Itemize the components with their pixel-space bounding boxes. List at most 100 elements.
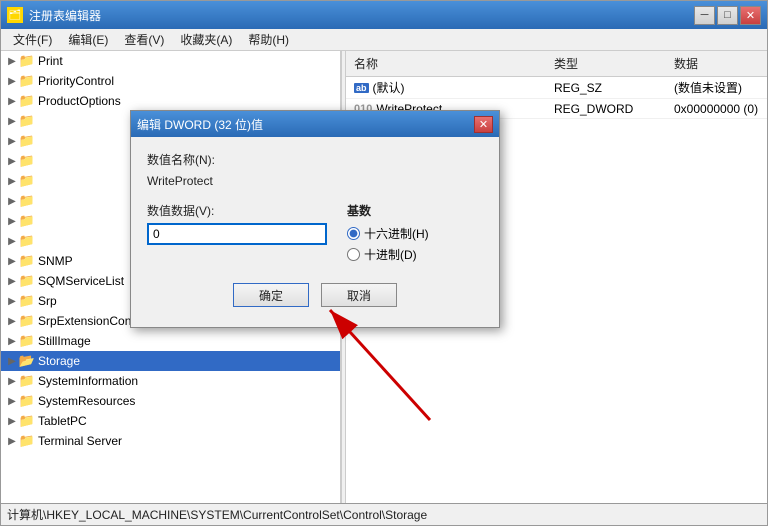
folder-icon: 📁 [19, 434, 35, 448]
tree-label-srp: Srp [38, 294, 57, 308]
menu-help[interactable]: 帮助(H) [240, 29, 297, 50]
dialog-title: 编辑 DWORD (32 位)值 [137, 116, 263, 133]
folder-icon: 📁 [19, 214, 35, 228]
expander-icon: ▶ [5, 54, 19, 68]
tree-item-tabletpc[interactable]: ▶ 📁 TabletPC [1, 411, 340, 431]
expander-icon: ▶ [5, 74, 19, 88]
dialog-footer: 确定 取消 [147, 283, 483, 317]
title-bar: 🗂 注册表编辑器 ─ □ ✕ [1, 1, 767, 29]
expander-icon: ▶ [5, 114, 19, 128]
close-button[interactable]: ✕ [740, 6, 761, 25]
folder-icon: 📁 [19, 314, 35, 328]
folder-icon: 📁 [19, 294, 35, 308]
radio-hex[interactable] [347, 227, 360, 240]
radio-dec-row: 十进制(D) [347, 246, 483, 263]
dialog-title-bar: 编辑 DWORD (32 位)值 ✕ [131, 111, 499, 137]
expander-icon: ▶ [5, 354, 19, 368]
folder-icon: 📁 [19, 74, 35, 88]
tree-item-systeminformation[interactable]: ▶ 📁 SystemInformation [1, 371, 340, 391]
menu-edit[interactable]: 编辑(E) [60, 29, 116, 50]
folder-icon: 📁 [19, 174, 35, 188]
title-controls: ─ □ ✕ [694, 6, 761, 25]
tree-label-productoptions: ProductOptions [38, 94, 121, 108]
expander-icon: ▶ [5, 314, 19, 328]
app-icon: 🗂 [7, 7, 23, 23]
dialog-data-label: 数值数据(V): [147, 202, 327, 219]
cell-data-default: (数值未设置) [670, 78, 763, 97]
status-bar: 计算机\HKEY_LOCAL_MACHINE\SYSTEM\CurrentCon… [1, 503, 767, 525]
tree-item-storage[interactable]: ▶ 📂 Storage [1, 351, 340, 371]
tree-item-print[interactable]: ▶ 📁 Print [1, 51, 340, 71]
folder-icon: 📁 [19, 254, 35, 268]
folder-icon: 📁 [19, 414, 35, 428]
title-bar-left: 🗂 注册表编辑器 [7, 7, 101, 24]
tree-label-stillimage: StillImage [38, 334, 91, 348]
expander-icon: ▶ [5, 254, 19, 268]
dialog-data-section: 数值数据(V): [147, 202, 327, 245]
folder-icon: 📁 [19, 274, 35, 288]
menu-bar: 文件(F) 编辑(E) 查看(V) 收藏夹(A) 帮助(H) [1, 29, 767, 51]
cell-type-writeprotect: REG_DWORD [550, 101, 670, 117]
expander-icon: ▶ [5, 414, 19, 428]
restore-button[interactable]: □ [717, 6, 738, 25]
header-data: 数据 [670, 53, 763, 74]
minimize-button[interactable]: ─ [694, 6, 715, 25]
tree-label-systeminformation: SystemInformation [38, 374, 138, 388]
expander-icon: ▶ [5, 174, 19, 188]
dialog-row: 数值数据(V): 基数 十六进制(H) 十进制(D) [147, 202, 483, 267]
expander-icon: ▶ [5, 194, 19, 208]
dialog-name-value: WriteProtect [147, 172, 483, 190]
dialog-data-input[interactable] [147, 223, 327, 245]
dialog-close-button[interactable]: ✕ [474, 116, 493, 133]
expander-icon: ▶ [5, 94, 19, 108]
dialog-base-section: 基数 十六进制(H) 十进制(D) [347, 202, 483, 267]
tree-item-prioritycontrol[interactable]: ▶ 📁 PriorityControl [1, 71, 340, 91]
tree-label-sqmservicelist: SQMServiceList [38, 274, 124, 288]
header-name: 名称 [350, 53, 550, 74]
tree-item-stillimage[interactable]: ▶ 📁 StillImage [1, 331, 340, 351]
radio-dec[interactable] [347, 248, 360, 261]
radio-hex-label: 十六进制(H) [364, 225, 429, 242]
menu-view[interactable]: 查看(V) [116, 29, 172, 50]
folder-icon: 📁 [19, 94, 35, 108]
ab-icon: ab [354, 83, 369, 93]
row-name-default: (默认) [373, 79, 405, 96]
folder-icon: 📁 [19, 374, 35, 388]
menu-file[interactable]: 文件(F) [5, 29, 60, 50]
menu-favorites[interactable]: 收藏夹(A) [172, 29, 240, 50]
tree-item-systemresources[interactable]: ▶ 📁 SystemResources [1, 391, 340, 411]
folder-icon: 📁 [19, 234, 35, 248]
radio-hex-row: 十六进制(H) [347, 225, 483, 242]
tree-label-terminal-server: Terminal Server [38, 434, 122, 448]
folder-icon: 📁 [19, 194, 35, 208]
folder-icon: 📁 [19, 134, 35, 148]
expander-icon: ▶ [5, 434, 19, 448]
window-title: 注册表编辑器 [29, 7, 101, 24]
header-type: 类型 [550, 53, 670, 74]
ok-button[interactable]: 确定 [233, 283, 309, 307]
expander-icon: ▶ [5, 394, 19, 408]
tree-item-productoptions[interactable]: ▶ 📁 ProductOptions [1, 91, 340, 111]
tree-label-print: Print [38, 54, 63, 68]
cancel-button[interactable]: 取消 [321, 283, 397, 307]
dialog-body: 数值名称(N): WriteProtect 数值数据(V): 基数 十六进制(H… [131, 137, 499, 327]
folder-icon: 📁 [19, 334, 35, 348]
dialog-name-label: 数值名称(N): [147, 151, 483, 168]
table-row[interactable]: ab (默认) REG_SZ (数值未设置) [346, 77, 767, 99]
folder-icon: 📁 [19, 114, 35, 128]
tree-label-prioritycontrol: PriorityControl [38, 74, 114, 88]
cell-type-default: REG_SZ [550, 80, 670, 96]
folder-icon: 📂 [19, 354, 35, 368]
folder-icon: 📁 [19, 154, 35, 168]
expander-icon: ▶ [5, 154, 19, 168]
right-pane-header: 名称 类型 数据 [346, 51, 767, 77]
tree-item-terminal-server[interactable]: ▶ 📁 Terminal Server [1, 431, 340, 451]
tree-label-tabletpc: TabletPC [38, 414, 87, 428]
cell-data-writeprotect: 0x00000000 (0) [670, 101, 763, 117]
tree-label-systemresources: SystemResources [38, 394, 135, 408]
expander-icon: ▶ [5, 134, 19, 148]
tree-label-storage: Storage [38, 354, 80, 368]
expander-icon: ▶ [5, 214, 19, 228]
tree-label-snmp: SNMP [38, 254, 73, 268]
expander-icon: ▶ [5, 334, 19, 348]
